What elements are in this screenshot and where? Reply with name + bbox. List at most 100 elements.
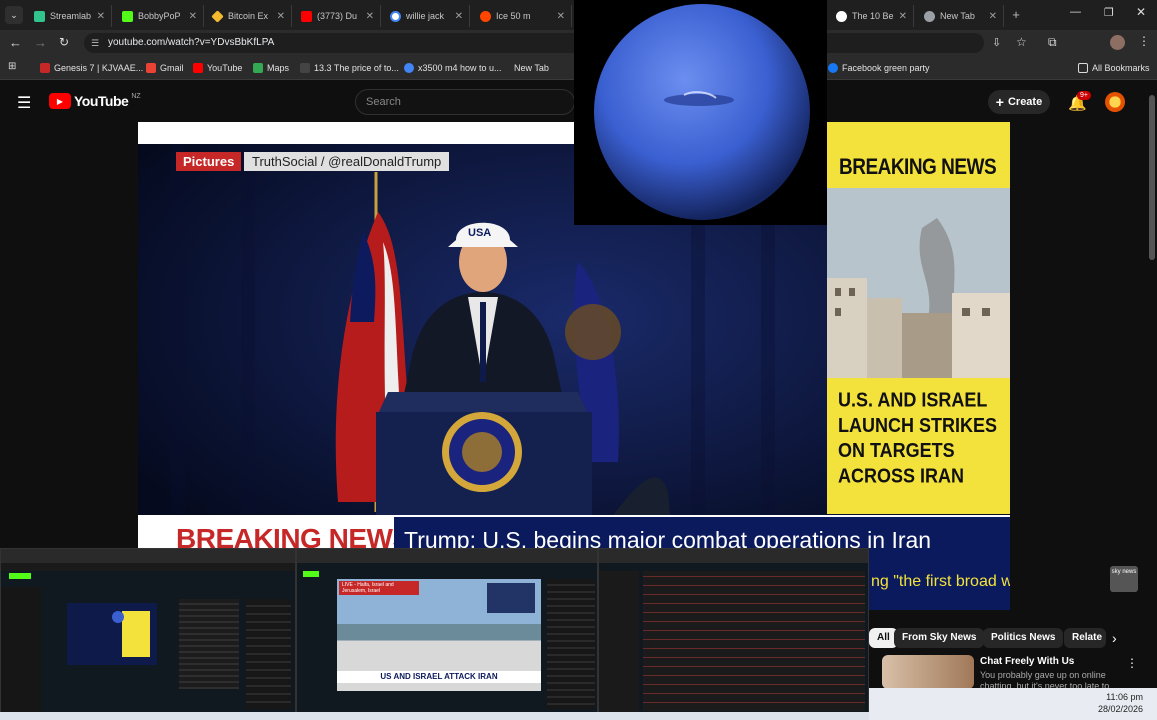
mini-attack-banner: US AND ISRAEL ATTACK IRAN [337,671,541,683]
folder-icon [1078,63,1088,73]
bookmark-icon [300,63,310,73]
close-icon[interactable]: ✕ [189,11,203,22]
breaking-news-panel: BREAKING NEWS U.S. AND ISRAEL LAUNCH STR… [827,122,1010,514]
close-window-button[interactable]: ✕ [1136,5,1146,19]
new-tab-icon [924,10,935,22]
close-icon[interactable]: ✕ [366,11,380,22]
account-avatar[interactable] [1105,92,1125,112]
bookmark-gmail[interactable]: Gmail [146,61,184,75]
search-input[interactable]: Search [355,89,575,115]
close-icon[interactable]: ✕ [557,11,571,22]
panel-headline: U.S. AND ISRAEL LAUNCH STRIKES ON TARGET… [838,388,998,488]
bookmark-youtube[interactable]: YouTube [193,61,242,75]
chip-next-chevron-icon[interactable]: › [1112,630,1117,646]
tab-search-button[interactable]: ⌄ [5,6,23,24]
close-icon[interactable]: ✕ [97,11,111,22]
bookmark-icon [40,63,50,73]
forward-button[interactable]: → [34,35,47,50]
tab-5[interactable]: willie jack ✕ [384,5,470,27]
tab-4[interactable]: (3773) Du ✕ [295,5,381,27]
tab-7[interactable]: The 10 Be ✕ [830,5,914,27]
mini-presenter [487,583,535,613]
bookmark-price[interactable]: 13.3 The price of to... [300,61,399,75]
back-button[interactable]: ← [9,35,22,50]
svg-text:USA: USA [468,227,491,239]
close-icon[interactable]: ✕ [989,11,1003,22]
tab-2[interactable]: BobbyPoP ✕ [116,5,204,27]
neptune-image [594,4,810,220]
subtitle-text: ng "the first broad w [869,565,1010,610]
all-bookmarks[interactable]: All Bookmarks [1078,61,1150,75]
apps-grid-icon[interactable]: ⊞ [8,61,16,72]
google-icon [404,63,414,73]
extensions-icon[interactable]: ⧉ [1048,35,1057,50]
mini-video-thumb [67,603,157,665]
tab-1[interactable]: Streamlab ✕ [28,5,112,27]
kick-logo-icon [303,571,319,577]
hamburger-menu-icon[interactable]: ☰ [17,93,31,113]
restore-button[interactable]: ❐ [1104,6,1114,19]
image-credit: TruthSocial / @realDonaldTrump [244,152,450,171]
sky-news-badge: sky news [1110,566,1138,592]
page-scrollbar[interactable] [1149,95,1155,260]
minimize-button[interactable]: — [1070,6,1081,18]
chip-politics-news[interactable]: Politics News [983,628,1064,648]
site-info-icon[interactable]: ☰ [91,33,99,53]
strike-photo [827,188,1010,378]
tab-8[interactable]: New Tab ✕ [918,5,1004,27]
bookmark-genesis[interactable]: Genesis 7 | KJVAAE... [40,61,143,75]
chip-related[interactable]: Relate [1064,628,1106,648]
tab-6[interactable]: Ice 50 m ✕ [474,5,572,27]
close-icon[interactable]: ✕ [455,11,469,22]
menu-icon[interactable]: ⋮ [1138,34,1150,48]
install-app-icon[interactable]: ⇩ [992,36,1001,49]
tab-page-icon [836,10,847,22]
mini-screen-left [0,548,296,714]
kick-icon [122,10,133,22]
related-title[interactable]: Chat Freely With Us [980,656,1074,667]
new-tab-button[interactable]: + [1008,7,1024,23]
url-text: youtube.com/watch?v=YDvsBbKfLPA [108,37,275,48]
reddit-icon [480,10,491,22]
mini-live-stream: LIVE - Haifa, Israel and Jerusalem, Isra… [337,579,541,691]
notification-count-badge: 9+ [1077,91,1091,100]
youtube-play-icon: ▶ [49,93,71,109]
address-bar[interactable]: ☰ youtube.com/watch?v=YDvsBbKfLPA [84,33,984,53]
pictures-label: Pictures [176,152,242,171]
mini-screen-right [598,548,869,714]
youtube-icon [193,63,203,73]
chip-from-sky-news[interactable]: From Sky News [894,628,985,648]
panel-breaking-label: BREAKING NEWS [839,155,997,180]
mini-screen-center: LIVE - Haifa, Israel and Jerusalem, Isra… [296,548,598,714]
planet-overlay [574,0,827,225]
google-icon [390,10,401,22]
youtube-logo[interactable]: ▶ YouTube NZ [49,93,141,109]
taskbar: 11:06 pm 28/02/2026 [869,688,1157,720]
taskbar-time[interactable]: 11:06 pm [1106,692,1143,702]
bookmark-maps[interactable]: Maps [253,61,289,75]
bookmark-x3500[interactable]: x3500 m4 how to u... [404,61,502,75]
more-options-icon[interactable]: ⋮ [1126,656,1138,670]
related-thumbnail[interactable] [882,655,974,689]
youtube-tab-icon [301,10,312,22]
taskbar-left [0,712,869,720]
bookmark-new-tab[interactable]: New Tab [514,61,549,75]
plus-icon: + [995,94,1004,110]
tab-3[interactable]: Bitcoin Ex ✕ [206,5,292,27]
create-button[interactable]: + Create [988,90,1050,114]
mini-live-label: LIVE - Haifa, Israel and Jerusalem, Isra… [339,581,419,595]
facebook-icon [828,63,838,73]
top-white-bar [138,122,574,144]
taskbar-date[interactable]: 28/02/2026 [1098,704,1143,714]
streamlabs-icon [34,10,45,22]
maps-icon [253,63,263,73]
gmail-icon [146,63,156,73]
close-icon[interactable]: ✕ [899,11,913,22]
close-icon[interactable]: ✕ [277,11,291,22]
kick-logo-icon [9,573,31,579]
reload-button[interactable]: ↻ [59,35,69,49]
bookmark-star-icon[interactable]: ☆ [1016,35,1027,49]
binance-icon [211,9,224,23]
bookmark-facebook[interactable]: Facebook green party [828,61,930,75]
profile-avatar[interactable] [1110,35,1125,50]
